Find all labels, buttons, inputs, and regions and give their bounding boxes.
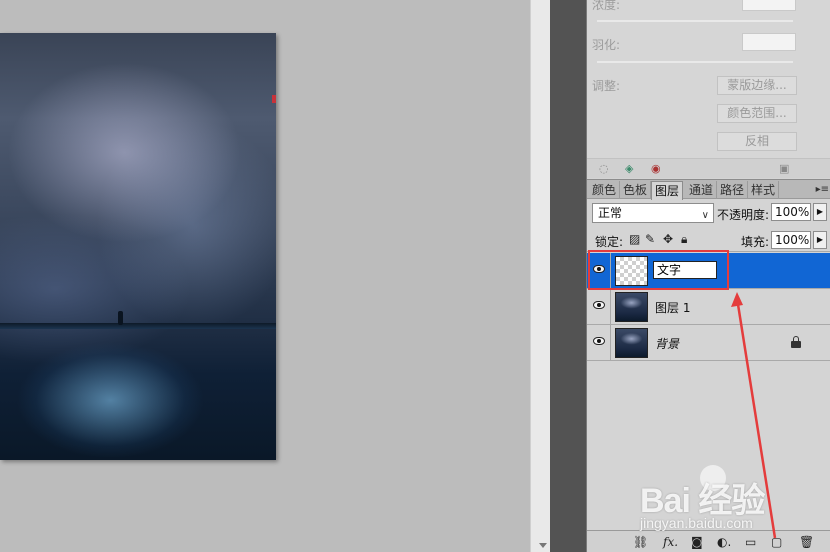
tab-swatches[interactable]: 色板: [620, 181, 652, 199]
tab-color[interactable]: 颜色: [589, 181, 621, 199]
panel-tabs: 颜色 色板 图层 通道 路径 样式 ▸≡: [587, 179, 830, 200]
color-range-button[interactable]: 颜色范围...: [717, 104, 797, 123]
panel-menu-icon[interactable]: ▸≡: [816, 184, 829, 195]
fill-field[interactable]: 100%: [771, 231, 811, 249]
lock-transparency-icon[interactable]: ▨: [629, 232, 640, 246]
tab-layers[interactable]: 图层: [651, 181, 684, 200]
masks-panel: 浓度: 羽化: 调整: 蒙版边缘... 颜色范围... 反相 ◌ ◈ ◉ ▣: [587, 0, 830, 178]
canvas-edge-mark: [272, 95, 276, 103]
feather-slider[interactable]: [597, 61, 793, 63]
delete-mask-icon[interactable]: ▣: [779, 162, 789, 175]
tab-channels[interactable]: 通道: [686, 181, 718, 199]
opacity-arrow-icon[interactable]: ▶: [813, 203, 827, 221]
feather-label: 羽化:: [592, 38, 621, 52]
blend-options-row: 正常 ∨ 不透明度: 100% ▶: [587, 200, 830, 226]
visibility-toggle[interactable]: [587, 289, 611, 324]
layer-row-layer1[interactable]: 图层 1: [587, 289, 830, 325]
lock-icon: [791, 336, 801, 348]
density-field[interactable]: [742, 0, 796, 11]
eye-icon: [593, 301, 605, 309]
lock-label: 锁定:: [595, 235, 624, 249]
tab-styles[interactable]: 样式: [748, 181, 780, 199]
lock-position-icon[interactable]: ✥: [663, 232, 673, 246]
layer-thumbnail: [615, 292, 648, 322]
chevron-down-icon: ∨: [701, 210, 709, 221]
fill-arrow-icon[interactable]: ▶: [813, 231, 827, 249]
apply-mask-icon[interactable]: ◈: [625, 162, 633, 175]
mask-edge-button[interactable]: 蒙版边缘...: [717, 76, 797, 95]
masks-bottom-bar: ◌ ◈ ◉ ▣: [587, 158, 830, 178]
visibility-toggle[interactable]: [587, 325, 611, 360]
invert-button[interactable]: 反相: [717, 132, 797, 151]
scroll-down-arrow-icon[interactable]: [539, 543, 547, 548]
layer-row-background[interactable]: 背景: [587, 325, 830, 361]
blend-mode-select[interactable]: 正常 ∨: [592, 203, 714, 223]
eye-icon: [593, 337, 605, 345]
layer-name: 背景: [655, 337, 680, 351]
canvas-figure: [118, 311, 123, 325]
annotation-highlight-box: [588, 250, 729, 290]
refine-label: 调整:: [592, 79, 621, 93]
tab-paths[interactable]: 路径: [717, 181, 749, 199]
watermark-url: jingyan.baidu.com: [640, 515, 753, 531]
document-workspace: [0, 0, 530, 552]
feather-field[interactable]: [742, 33, 796, 51]
opacity-label: 不透明度:: [717, 208, 770, 222]
blend-mode-value: 正常: [598, 206, 623, 220]
panel-dock-gap: [550, 0, 586, 552]
lock-row: 锁定: ▨ ✎ ✥ 🔒︎ 填充: 100% ▶: [587, 228, 830, 252]
fill-label: 填充:: [741, 235, 770, 249]
canvas-horizon: [0, 323, 276, 329]
load-selection-icon[interactable]: ◌: [599, 162, 609, 175]
layer-name: 图层 1: [655, 301, 691, 315]
canvas-image[interactable]: [0, 33, 276, 460]
lock-paint-icon[interactable]: ✎: [645, 232, 655, 246]
vertical-scrollbar[interactable]: [530, 0, 550, 552]
opacity-field[interactable]: 100%: [771, 203, 811, 221]
watermark: Bai 经验 jingyan.baidu.com: [640, 465, 830, 550]
lock-all-icon[interactable]: 🔒︎: [681, 232, 687, 247]
density-label: 浓度:: [592, 0, 621, 12]
density-slider[interactable]: [597, 20, 793, 22]
layer-thumbnail: [615, 328, 648, 358]
disable-mask-icon[interactable]: ◉: [651, 162, 661, 175]
